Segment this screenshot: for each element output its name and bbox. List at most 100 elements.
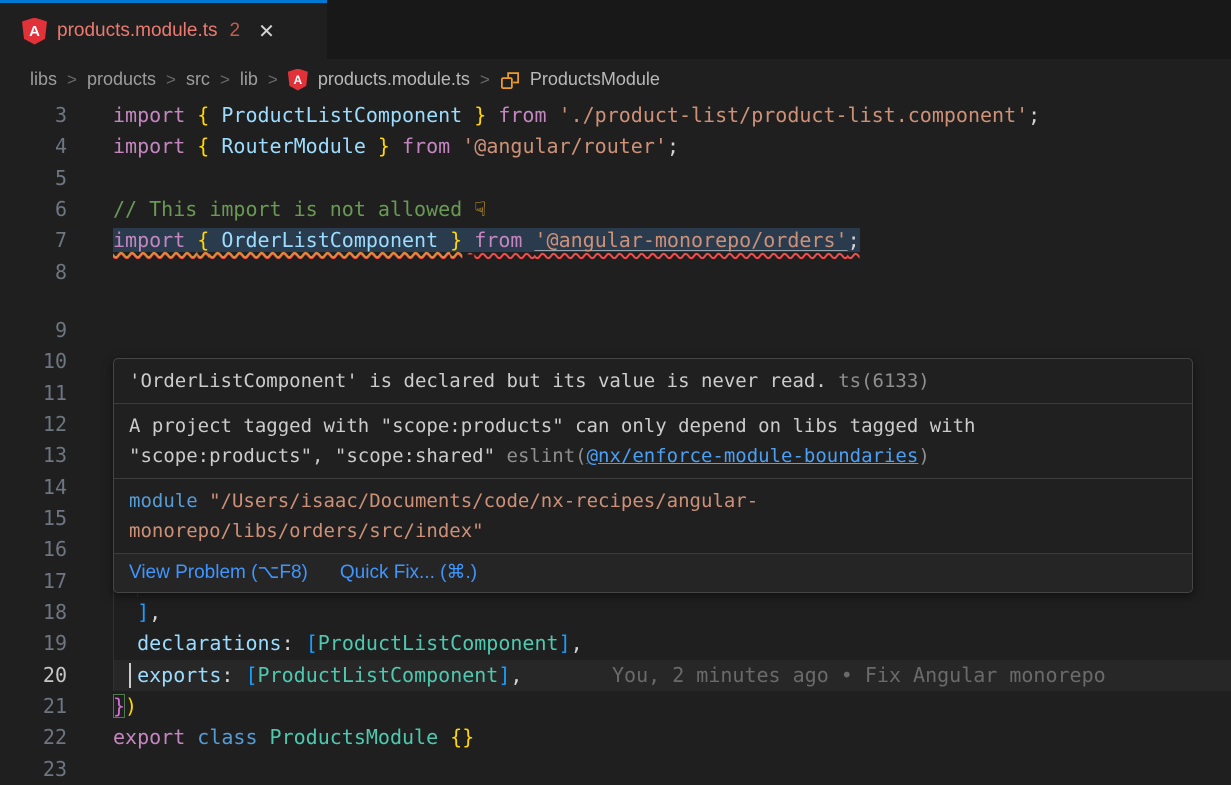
breadcrumb-item-file[interactable]: products.module.ts: [318, 69, 470, 90]
code-token: RouterModule: [209, 134, 378, 158]
eslint-rule-link[interactable]: @nx/enforce-module-boundaries: [587, 445, 919, 467]
line-number[interactable]: 19: [0, 628, 70, 659]
diagnostic-text: 'OrderListComponent' is declared but its…: [129, 370, 827, 392]
line-number[interactable]: 3: [0, 100, 70, 131]
code-token: from: [474, 228, 534, 252]
error-underline-range: import { OrderListComponent } from '@ang…: [113, 228, 860, 252]
code-token: '@angular-monorepo/orders': [534, 228, 847, 252]
class-symbol-icon: [500, 70, 520, 90]
line-number[interactable]: 22: [0, 722, 70, 753]
line-number[interactable]: 7: [0, 225, 70, 256]
code-line[interactable]: 19 declarations: [ProductListComponent],: [0, 628, 1231, 659]
breadcrumb: libs > products > src > lib > A products…: [0, 59, 1231, 100]
code-line[interactable]: 20 exports: [ProductListComponent],You, …: [0, 660, 1231, 691]
code-token: :: [221, 663, 245, 687]
tab-title: products.module.ts: [57, 20, 218, 42]
code-line-content: exports: [ProductListComponent],You, 2 m…: [113, 660, 1231, 691]
code-token: '@angular/router': [462, 134, 667, 158]
code-token: ProductListComponent: [318, 631, 559, 655]
breadcrumb-item-symbol[interactable]: ProductsModule: [530, 69, 660, 90]
line-number[interactable]: 14: [0, 472, 70, 503]
text-cursor: [129, 663, 131, 688]
code-token: {}: [450, 725, 474, 749]
line-number[interactable]: 15: [0, 503, 70, 534]
code-token: :: [282, 631, 306, 655]
code-line-content: [113, 163, 1231, 194]
code-token: ]: [498, 663, 510, 687]
code-line[interactable]: 6 // This import is not allowed ☟: [0, 194, 1231, 225]
line-number[interactable]: 5: [0, 163, 70, 194]
code-line[interactable]: 3import { ProductListComponent } from '.…: [0, 100, 1231, 131]
angular-file-icon: A: [22, 18, 47, 45]
code-line[interactable]: 7 import { OrderListComponent } from '@an…: [0, 225, 1231, 256]
code-line[interactable]: 4 import { RouterModule } from '@angular/…: [0, 131, 1231, 162]
code-line[interactable]: 18 ],: [0, 597, 1231, 628]
breadcrumb-item-src[interactable]: src: [186, 69, 210, 90]
code-token: ]: [137, 600, 149, 624]
line-number[interactable]: 17: [0, 566, 70, 597]
line-number[interactable]: 8: [0, 257, 70, 288]
code-token: from: [498, 103, 558, 127]
chevron-right-icon: >: [480, 70, 490, 90]
code-token: {: [197, 134, 209, 158]
quick-fix-action[interactable]: Quick Fix... (⌘.): [340, 558, 477, 588]
code-token: // This import is not allowed: [113, 197, 474, 221]
breadcrumb-item-products[interactable]: products: [87, 69, 156, 90]
code-line[interactable]: 8: [0, 257, 1231, 288]
code-line-content: import { OrderListComponent } from '@ang…: [113, 225, 1231, 256]
code-line-content: import { RouterModule } from '@angular/r…: [113, 131, 1231, 162]
code-token: [486, 103, 498, 127]
code-token: [113, 631, 137, 655]
angular-file-icon: A: [288, 69, 308, 91]
code-token: {: [197, 228, 209, 252]
line-number[interactable]: 6: [0, 194, 70, 225]
module-keyword: module: [129, 490, 198, 512]
line-number[interactable]: 21: [0, 691, 70, 722]
line-number[interactable]: 20: [0, 660, 70, 691]
eslint-diagnostic-message: A project tagged with "scope:products" c…: [114, 403, 1192, 478]
chevron-right-icon: >: [268, 70, 278, 90]
code-line-content: ],: [113, 597, 1231, 628]
breadcrumb-item-libs[interactable]: libs: [30, 69, 57, 90]
code-token: ,: [149, 600, 161, 624]
code-line[interactable]: 5: [0, 163, 1231, 194]
hover-action-bar: View Problem (⌥F8) Quick Fix... (⌘.): [114, 553, 1192, 592]
close-icon[interactable]: ✕: [258, 19, 275, 44]
line-number[interactable]: 11: [0, 378, 70, 409]
tab-bar-empty-space: [327, 0, 1231, 59]
code-token: [462, 228, 474, 252]
line-number[interactable]: 18: [0, 597, 70, 628]
chevron-right-icon: >: [67, 70, 77, 90]
code-line[interactable]: 22export class ProductsModule {}: [0, 722, 1231, 753]
line-number[interactable]: 9: [0, 315, 70, 346]
code-line-content: [113, 754, 1231, 785]
tab-products-module[interactable]: A products.module.ts 2 ✕: [0, 0, 327, 59]
line-number[interactable]: 13: [0, 440, 70, 471]
code-token: }: [474, 103, 486, 127]
code-token: ,: [571, 631, 583, 655]
code-line-content: [113, 257, 1231, 288]
code-token: {: [197, 103, 209, 127]
code-token: ProductListComponent: [209, 103, 474, 127]
code-line[interactable]: 21}): [0, 691, 1231, 722]
code-token: }: [113, 694, 125, 718]
view-problem-action[interactable]: View Problem (⌥F8): [129, 558, 308, 588]
breadcrumb-item-lib[interactable]: lib: [240, 69, 258, 90]
code-line-content: [113, 315, 1231, 346]
line-number[interactable]: 23: [0, 754, 70, 785]
eslint-message-line1: A project tagged with "scope:products" c…: [129, 411, 1177, 441]
ts-diagnostic-message: 'OrderListComponent' is declared but its…: [114, 359, 1192, 403]
line-number[interactable]: 12: [0, 409, 70, 440]
line-number[interactable]: 4: [0, 131, 70, 162]
code-line-content: }): [113, 691, 1231, 722]
code-line[interactable]: 23: [0, 754, 1231, 785]
code-token: ☟: [474, 197, 486, 221]
code-line[interactable]: 9: [0, 315, 1231, 346]
code-line-content: declarations: [ProductListComponent],: [113, 628, 1231, 659]
tab-problems-badge: 2: [230, 20, 241, 42]
eslint-message-line2: "scope:products", "scope:shared" eslint(…: [129, 441, 1177, 471]
editor[interactable]: 3import { ProductListComponent } from '.…: [0, 100, 1231, 780]
line-number[interactable]: 10: [0, 346, 70, 377]
line-number[interactable]: 16: [0, 534, 70, 565]
code-token: [390, 134, 402, 158]
